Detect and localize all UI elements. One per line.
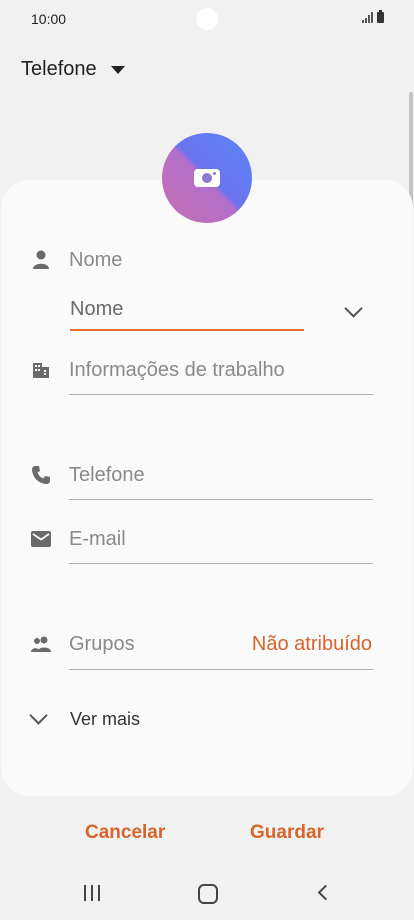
contact-form-card <box>1 180 413 796</box>
signal-icon <box>362 12 373 23</box>
work-info-underline <box>69 394 373 395</box>
home-icon[interactable] <box>198 884 218 904</box>
add-photo-button[interactable] <box>162 133 252 223</box>
group-icon <box>30 634 52 654</box>
name-section-label: Nome <box>69 249 123 271</box>
navigation-bar <box>0 862 414 920</box>
email-icon <box>31 529 51 549</box>
phone-underline <box>69 499 373 500</box>
groups-underline <box>69 669 373 670</box>
front-camera-cutout <box>196 8 218 30</box>
save-button[interactable]: Guardar <box>250 822 324 844</box>
recent-apps-icon[interactable] <box>84 885 100 901</box>
phone-icon <box>31 465 51 485</box>
email-field[interactable]: E-mail <box>69 528 126 551</box>
name-input-underline <box>70 329 304 331</box>
status-time: 10:00 <box>31 11 67 27</box>
groups-label[interactable]: Grupos <box>69 633 135 656</box>
status-bar: 10:00 <box>0 0 414 38</box>
cancel-button[interactable]: Cancelar <box>85 822 165 844</box>
back-icon[interactable] <box>317 884 334 901</box>
phone-field[interactable]: Telefone <box>69 464 145 487</box>
see-more-button[interactable]: Ver mais <box>70 709 140 730</box>
camera-icon <box>194 169 220 187</box>
account-selector[interactable]: Telefone <box>21 58 125 81</box>
battery-icon <box>377 10 384 23</box>
person-icon <box>31 250 51 270</box>
work-info-field[interactable]: Informações de trabalho <box>69 359 285 382</box>
building-icon <box>31 360 51 380</box>
name-input[interactable]: Nome <box>70 298 123 321</box>
email-underline <box>69 563 373 564</box>
dropdown-caret-icon <box>110 65 125 74</box>
account-label: Telefone <box>21 58 97 80</box>
groups-value[interactable]: Não atribuído <box>252 633 372 656</box>
status-icons <box>362 10 384 23</box>
